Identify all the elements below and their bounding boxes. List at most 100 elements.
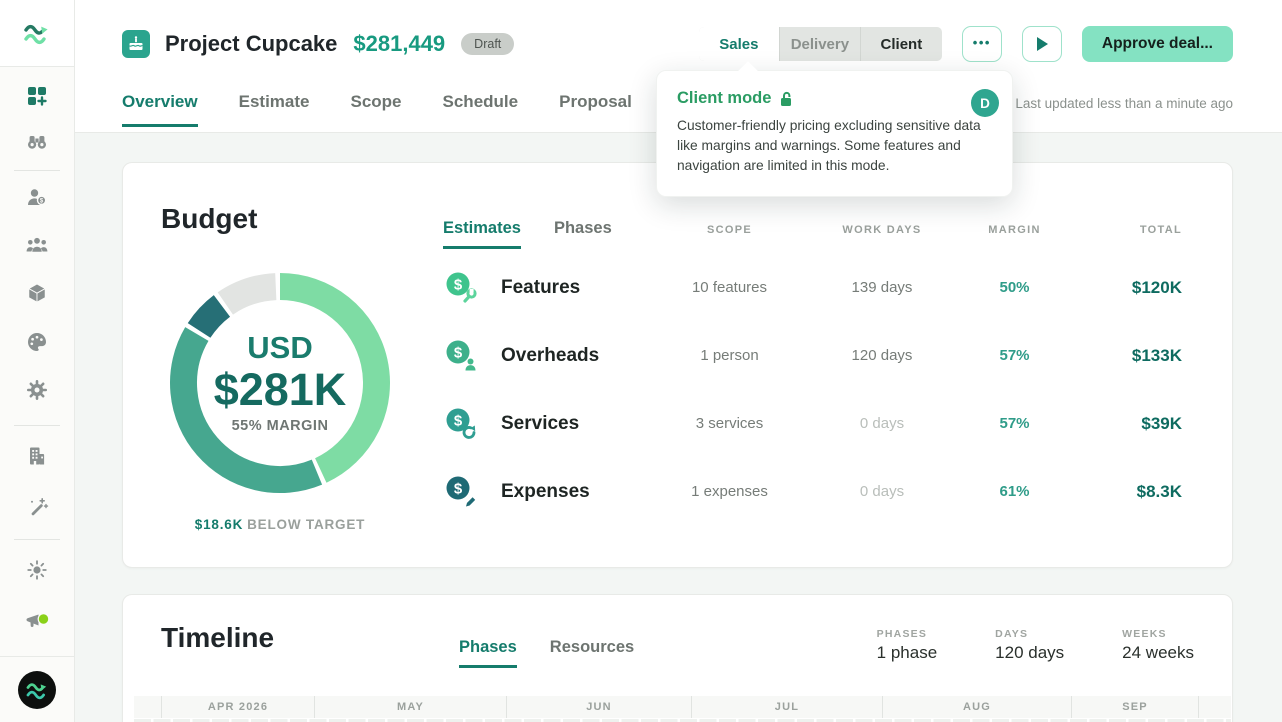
cell-work-days: 0 days <box>807 415 957 432</box>
app-logo[interactable] <box>0 0 74 67</box>
sidebar-item-search[interactable] <box>0 122 74 162</box>
cell-total: $8.3K <box>1072 482 1182 502</box>
month-label: APR 2026 <box>162 696 315 718</box>
sidebar-item-clients[interactable]: $ <box>0 178 74 218</box>
tab-scope[interactable]: Scope <box>350 92 401 114</box>
stat-days: DAYS 120 days <box>995 628 1064 663</box>
sidebar-item-company[interactable] <box>0 436 74 476</box>
sidebar-item-automation[interactable] <box>0 488 74 528</box>
table-row-services[interactable]: $ Services 3 services 0 days 57% $39K <box>443 390 1182 457</box>
sidebar: $ <box>0 0 75 722</box>
row-label: Services <box>501 413 579 435</box>
user-workspace-logo[interactable] <box>0 656 74 722</box>
mode-tab-delivery[interactable]: Delivery <box>780 27 861 61</box>
timeline-card: Timeline Phases Resources PHASES 1 phase… <box>122 594 1233 722</box>
sun-icon <box>25 558 49 582</box>
month-label: AUG <box>883 696 1072 718</box>
dashboard-add-icon <box>25 84 49 108</box>
mode-tab-sales[interactable]: Sales <box>699 27 780 61</box>
waves-logo-icon <box>18 16 56 50</box>
sidebar-item-settings[interactable] <box>0 370 74 410</box>
cell-margin: 61% <box>957 483 1072 500</box>
sidebar-item-team[interactable] <box>0 226 74 266</box>
gear-icon <box>25 378 49 402</box>
coin-wrench-icon: $ <box>443 270 479 306</box>
stat-phases: PHASES 1 phase <box>877 628 938 663</box>
cell-scope: 3 services <box>652 415 807 432</box>
budget-table: Estimates Phases SCOPE WORK DAYS MARGIN … <box>443 207 1182 525</box>
sidebar-item-theme[interactable] <box>0 550 74 590</box>
play-button[interactable] <box>1022 26 1062 62</box>
timeline-tabs: Phases Resources <box>459 638 634 661</box>
waves-logo-circle-icon <box>17 670 57 710</box>
open-lock-icon <box>779 91 793 107</box>
cell-scope: 1 person <box>652 347 807 364</box>
svg-text:$: $ <box>454 480 463 497</box>
cell-work-days: 139 days <box>807 279 957 296</box>
svg-text:$: $ <box>454 276 463 293</box>
timeline-stats: PHASES 1 phase DAYS 120 days WEEKS 24 we… <box>877 628 1194 663</box>
budget-card: Budget USD $281K 55% MARGIN $18.6KBELOW … <box>122 162 1233 568</box>
megaphone-icon <box>22 610 52 634</box>
tab-schedule[interactable]: Schedule <box>443 92 519 114</box>
budget-tabs: Estimates Phases <box>443 219 652 242</box>
mode-tab-client[interactable]: Client <box>861 27 942 61</box>
tab-estimate[interactable]: Estimate <box>239 92 310 114</box>
svg-text:$: $ <box>454 412 463 429</box>
team-icon <box>25 234 49 258</box>
svg-text:$: $ <box>454 344 463 361</box>
last-updated-text: Last updated less than a minute ago <box>1015 96 1233 111</box>
cell-total: $39K <box>1072 414 1182 434</box>
sidebar-divider <box>14 170 60 171</box>
sidebar-item-branding[interactable] <box>0 322 74 362</box>
donut-amount: $281K <box>214 365 347 415</box>
timeline-month-header: APR 2026 MAY JUN JUL AUG SEP <box>134 696 1231 718</box>
below-target-note: $18.6KBELOW TARGET <box>123 517 437 532</box>
palette-icon <box>25 330 49 354</box>
row-label: Features <box>501 277 580 299</box>
column-header-total: TOTAL <box>1072 224 1182 236</box>
avatar[interactable]: D <box>971 89 999 117</box>
timeline-title: Timeline <box>161 622 274 654</box>
popover-body: Customer-friendly pricing excluding sens… <box>677 116 999 176</box>
sidebar-item-packages[interactable] <box>0 273 74 313</box>
below-target-label: BELOW TARGET <box>247 517 365 532</box>
cake-icon <box>122 30 150 58</box>
stat-value: 120 days <box>995 643 1064 663</box>
sidebar-item-projects[interactable] <box>0 76 74 116</box>
stat-value: 24 weeks <box>1122 643 1194 663</box>
tab-overview[interactable]: Overview <box>122 92 198 114</box>
table-row-expenses[interactable]: $ Expenses 1 expenses 0 days 61% $8.3K <box>443 458 1182 525</box>
cell-scope: 1 expenses <box>652 483 807 500</box>
stat-value: 1 phase <box>877 643 938 663</box>
cell-margin: 57% <box>957 347 1072 364</box>
popover-title: Client mode <box>677 89 771 108</box>
budget-tab-estimates[interactable]: Estimates <box>443 219 521 242</box>
cell-margin: 50% <box>957 279 1072 296</box>
timeline-tab-resources[interactable]: Resources <box>550 638 634 661</box>
more-actions-button[interactable]: ••• <box>962 26 1002 62</box>
coin-person-icon: $ <box>443 338 479 374</box>
table-row-features[interactable]: $ Features 10 features 139 days 50% $120… <box>443 254 1182 321</box>
sidebar-item-announcements[interactable] <box>0 602 74 642</box>
table-row-overheads[interactable]: $ Overheads 1 person 120 days 57% $133K <box>443 322 1182 389</box>
column-header-work-days: WORK DAYS <box>807 224 957 236</box>
building-icon <box>25 444 49 468</box>
sidebar-divider <box>14 539 60 540</box>
cell-work-days: 0 days <box>807 483 957 500</box>
notification-dot <box>38 614 49 625</box>
approve-deal-button[interactable]: Approve deal... <box>1082 26 1233 62</box>
donut-margin-label: 55% MARGIN <box>232 418 329 434</box>
tab-proposal[interactable]: Proposal <box>559 92 632 114</box>
cell-total: $133K <box>1072 346 1182 366</box>
budget-tab-phases[interactable]: Phases <box>554 219 612 242</box>
budget-donut-chart: USD $281K 55% MARGIN <box>160 263 400 503</box>
timeline-tab-phases[interactable]: Phases <box>459 638 517 661</box>
donut-currency: USD <box>247 332 312 363</box>
play-icon <box>1037 37 1048 51</box>
cell-work-days: 120 days <box>807 347 957 364</box>
row-label: Overheads <box>501 345 599 367</box>
cube-icon <box>25 281 49 305</box>
coin-refresh-icon: $ <box>443 406 479 442</box>
stat-label: DAYS <box>995 628 1064 640</box>
